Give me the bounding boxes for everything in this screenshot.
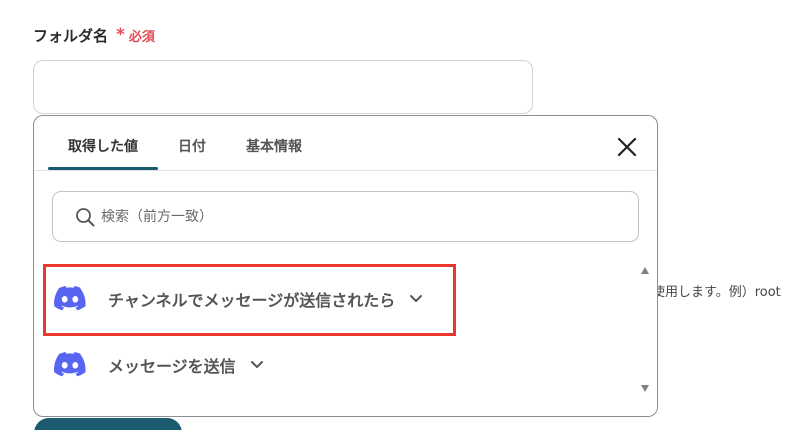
required-badge: 必須 xyxy=(128,30,155,45)
tab-date[interactable]: 日付 xyxy=(158,134,226,170)
tab-label: 日付 xyxy=(178,139,206,155)
tab-divider xyxy=(34,170,657,171)
list-item-send-message[interactable]: メッセージを送信 xyxy=(54,352,264,377)
folder-name-input[interactable] xyxy=(33,60,533,114)
close-icon xyxy=(617,137,637,157)
required-asterisk: * xyxy=(116,25,125,45)
tab-retrieved-values[interactable]: 取得した値 xyxy=(48,134,158,170)
submit-button[interactable] xyxy=(34,418,182,430)
folder-name-label-row: フォルダ名 * 必須 xyxy=(33,25,155,46)
list-item-label: メッセージを送信 xyxy=(108,356,236,376)
helper-text: 使用します。例）root xyxy=(652,285,781,300)
folder-name-label: フォルダ名 xyxy=(33,27,109,45)
list-item-label: チャンネルでメッセージが送信されたら xyxy=(108,290,396,310)
scroll-up-arrow[interactable] xyxy=(641,267,649,274)
tab-bar: 取得した値 日付 基本情報 xyxy=(48,134,322,170)
search-icon xyxy=(76,207,95,226)
tab-label: 取得した値 xyxy=(68,139,138,155)
tab-label: 基本情報 xyxy=(246,139,302,155)
discord-icon xyxy=(54,286,86,311)
discord-icon xyxy=(54,352,86,377)
chevron-down-icon xyxy=(410,294,423,302)
value-picker-popup: 取得した値 日付 基本情報 チャンネルでメッセージが送信されたら xyxy=(33,115,658,417)
close-button[interactable] xyxy=(614,134,640,160)
search-field[interactable] xyxy=(52,191,639,242)
list-item-channel-message-trigger[interactable]: チャンネルでメッセージが送信されたら xyxy=(54,286,423,311)
tab-basic-info[interactable]: 基本情報 xyxy=(226,134,322,170)
search-input[interactable] xyxy=(101,208,601,225)
chevron-down-icon xyxy=(250,360,263,368)
scroll-down-arrow[interactable] xyxy=(641,385,649,392)
